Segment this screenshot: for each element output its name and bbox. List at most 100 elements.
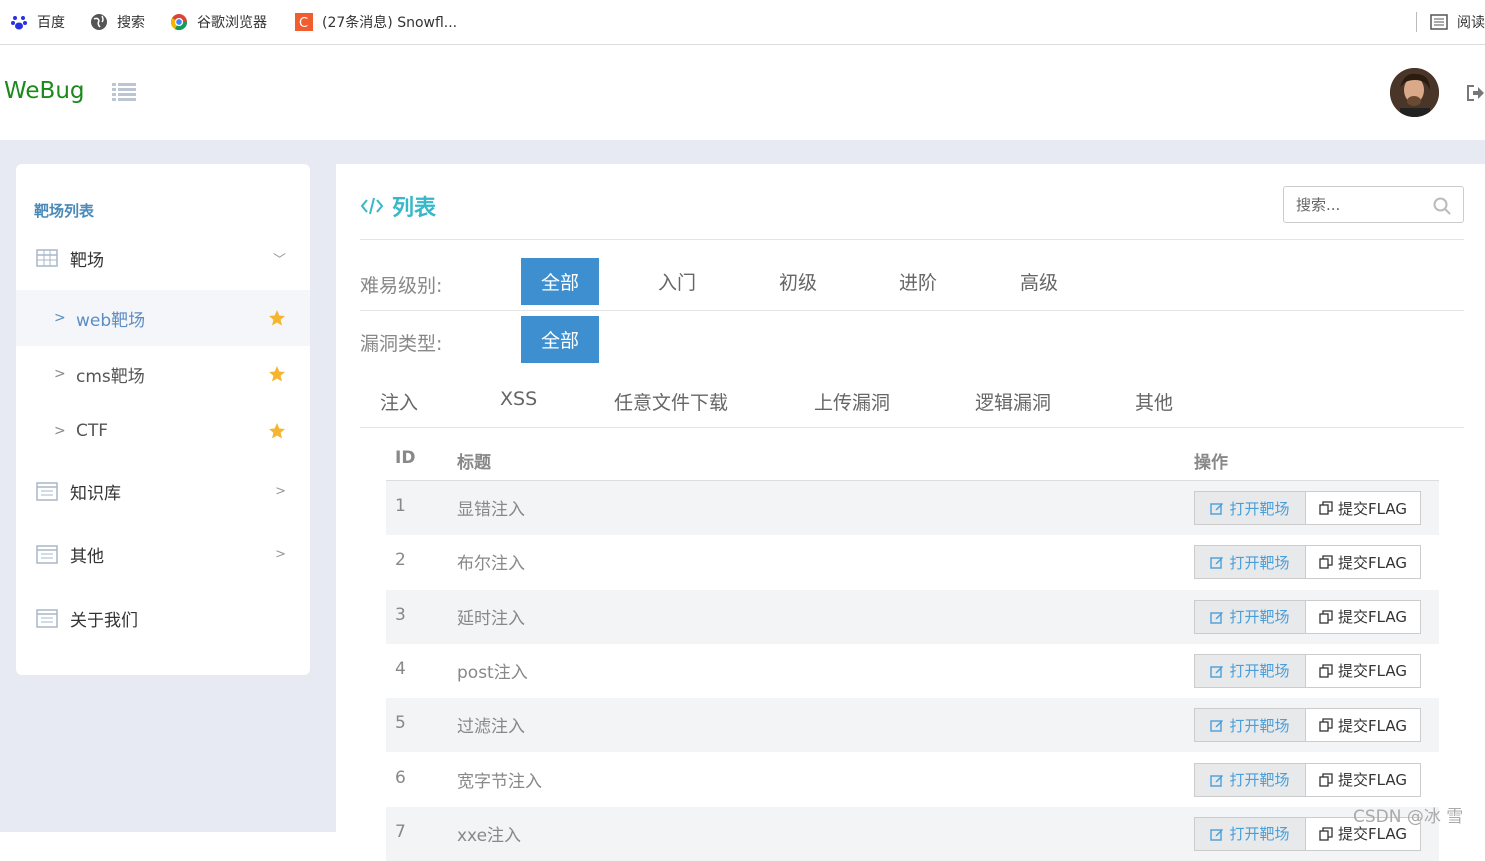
open-range-button[interactable]: 打开靶场 xyxy=(1194,545,1306,580)
edit-icon xyxy=(1210,557,1224,569)
sidebar-item-other[interactable]: 其他 > xyxy=(16,542,310,567)
menu-list-icon[interactable] xyxy=(112,82,136,102)
calendar-icon xyxy=(36,609,58,628)
open-range-label: 打开靶场 xyxy=(1229,716,1290,735)
submit-flag-button[interactable]: 提交FLAG xyxy=(1305,491,1421,525)
submit-flag-button[interactable]: 提交FLAG xyxy=(1305,599,1421,634)
sidebar-group-label: 靶场 xyxy=(70,250,104,271)
bookmarks-bar: 百度 搜索 谷歌浏览器 C (27条消息) Snowfl... 阅读 xyxy=(0,0,1485,45)
search-input[interactable] xyxy=(1284,187,1424,222)
calendar-icon xyxy=(36,482,58,501)
reading-list-label: 阅读 xyxy=(1457,15,1485,31)
main-panel: 列表 难易级别: 全部 入门 初级 进阶 高级 漏洞类型: 全部 注入 XSS … xyxy=(336,164,1485,861)
sidebar: 靶场列表 靶场 ﹀ > web靶场 > cms靶场 > CTF 知识库 > 其他… xyxy=(16,164,310,675)
row-title: 显错注入 xyxy=(457,500,525,520)
table-row: 3 延时注入 打开靶场 提交FLAG xyxy=(386,589,1439,644)
csdn-icon: C xyxy=(295,13,313,31)
divider xyxy=(360,239,1464,240)
submit-flag-label: 提交FLAG xyxy=(1338,553,1407,572)
column-header-action: 操作 xyxy=(1194,453,1228,473)
sidebar-item-web-range[interactable]: > web靶场 xyxy=(16,290,310,346)
submit-flag-button[interactable]: 提交FLAG xyxy=(1305,708,1421,743)
vuln-chip-all[interactable]: 全部 xyxy=(521,316,599,363)
edit-icon xyxy=(1210,611,1224,624)
open-range-button[interactable]: 打开靶场 xyxy=(1194,653,1306,688)
sidebar-group-range[interactable]: 靶场 ﹀ xyxy=(16,246,310,271)
bookmark-csdn[interactable]: C (27条消息) Snowfl... xyxy=(295,11,457,33)
open-range-button[interactable]: 打开靶场 xyxy=(1194,816,1306,851)
chevron-right-icon: > xyxy=(54,366,66,382)
table-row: 7 xxe注入 打开靶场 提交FLAG xyxy=(386,806,1439,861)
vuln-chip-other[interactable]: 其他 xyxy=(1135,388,1173,415)
chevron-right-icon: > xyxy=(275,546,286,562)
sidebar-item-label: 其他 xyxy=(70,546,104,567)
row-id: 5 xyxy=(395,713,406,734)
sidebar-item-cms-range[interactable]: > cms靶场 xyxy=(16,346,310,402)
app-logo[interactable]: WeBug xyxy=(4,78,85,104)
open-range-label: 打开靶场 xyxy=(1229,499,1290,518)
submit-flag-label: 提交FLAG xyxy=(1338,662,1407,681)
bookmark-label: 百度 xyxy=(37,15,65,31)
bookmark-label: 谷歌浏览器 xyxy=(197,15,267,31)
reading-list-button[interactable]: 阅读 xyxy=(1430,11,1485,33)
search-icon[interactable] xyxy=(1433,197,1451,215)
sidebar-item-about[interactable]: 关于我们 xyxy=(16,606,310,631)
vuln-chip-logic[interactable]: 逻辑漏洞 xyxy=(975,388,1051,415)
row-title: 延时注入 xyxy=(457,608,525,629)
edit-icon xyxy=(1210,720,1224,732)
star-icon xyxy=(269,310,285,326)
calendar-icon xyxy=(36,545,58,564)
vuln-chip-upload[interactable]: 上传漏洞 xyxy=(814,388,890,415)
app-header: WeBug xyxy=(0,45,1485,140)
submit-flag-button[interactable]: 提交FLAG xyxy=(1305,762,1421,797)
open-range-label: 打开靶场 xyxy=(1229,553,1290,572)
sidebar-item-knowledge[interactable]: 知识库 > xyxy=(16,479,310,504)
column-header-id: ID xyxy=(395,448,416,468)
open-range-label: 打开靶场 xyxy=(1229,662,1290,681)
sidebar-item-label: 关于我们 xyxy=(70,610,138,631)
vuln-chip-injection[interactable]: 注入 xyxy=(380,388,418,415)
copy-icon xyxy=(1319,664,1333,678)
column-header-title: 标题 xyxy=(457,453,491,473)
logout-icon[interactable] xyxy=(1466,85,1485,101)
open-range-button[interactable]: 打开靶场 xyxy=(1194,491,1306,525)
copy-icon xyxy=(1319,772,1333,787)
sidebar-item-label: CTF xyxy=(76,421,109,441)
edit-icon xyxy=(1210,828,1224,841)
difficulty-chip-advanced[interactable]: 进阶 xyxy=(899,258,937,305)
difficulty-chip-expert[interactable]: 高级 xyxy=(1020,258,1058,305)
sidebar-item-label: web靶场 xyxy=(76,310,146,331)
difficulty-chip-all[interactable]: 全部 xyxy=(521,258,599,305)
chevron-right-icon: > xyxy=(275,483,286,499)
vuln-chip-xss[interactable]: XSS xyxy=(500,388,537,410)
divider xyxy=(360,310,1464,311)
open-range-button[interactable]: 打开靶场 xyxy=(1194,762,1306,797)
sidebar-title: 靶场列表 xyxy=(34,202,95,220)
submit-flag-button[interactable]: 提交FLAG xyxy=(1305,653,1421,688)
sidebar-item-ctf[interactable]: > CTF xyxy=(16,403,310,459)
bookmarks-divider xyxy=(1416,12,1417,32)
table-row: 5 过滤注入 打开靶场 提交FLAG xyxy=(386,698,1439,753)
submit-flag-button[interactable]: 提交FLAG xyxy=(1305,545,1421,580)
vuln-chip-file-download[interactable]: 任意文件下载 xyxy=(614,388,728,415)
difficulty-chip-beginner[interactable]: 初级 xyxy=(779,258,817,305)
reading-list-icon xyxy=(1430,14,1448,30)
open-range-button[interactable]: 打开靶场 xyxy=(1194,599,1306,634)
chevron-right-icon: > xyxy=(54,423,66,439)
edit-icon xyxy=(1210,774,1224,787)
row-id: 2 xyxy=(395,550,406,571)
edit-icon xyxy=(1210,503,1224,515)
sidebar-item-label: cms靶场 xyxy=(76,366,145,387)
star-icon xyxy=(269,423,285,439)
user-avatar[interactable] xyxy=(1390,68,1439,117)
divider xyxy=(360,427,1464,428)
sidebar-item-label: 知识库 xyxy=(70,483,121,504)
difficulty-chip-intro[interactable]: 入门 xyxy=(658,258,696,305)
bookmark-label: (27条消息) Snowfl... xyxy=(322,15,458,31)
bookmark-search[interactable]: 搜索 xyxy=(90,11,145,33)
bookmark-baidu[interactable]: 百度 xyxy=(10,11,65,33)
row-title: 过滤注入 xyxy=(457,717,525,738)
copy-icon xyxy=(1319,827,1333,841)
bookmark-chrome[interactable]: 谷歌浏览器 xyxy=(170,11,267,33)
open-range-button[interactable]: 打开靶场 xyxy=(1194,708,1306,743)
